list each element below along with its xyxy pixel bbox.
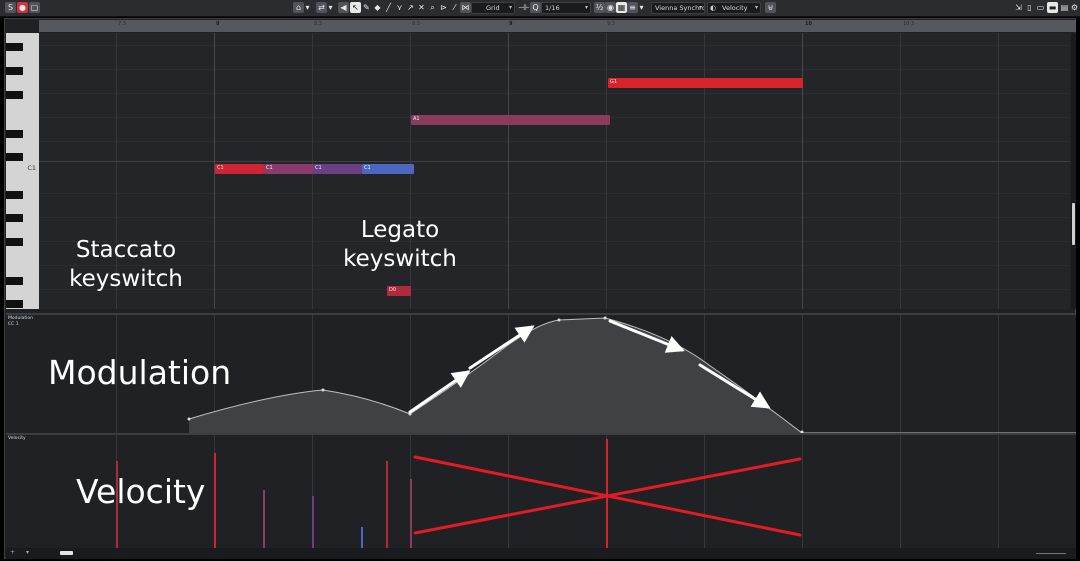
lane-title: Velocity <box>8 436 26 441</box>
key-label-c1: C1 <box>27 164 36 172</box>
controller-icon: ◐ <box>710 4 717 12</box>
scroll-thumb[interactable] <box>1072 203 1075 245</box>
velocity-annotation: Velocity <box>76 472 206 511</box>
zoom-tool-icon[interactable]: ⌕ <box>427 2 438 13</box>
record-button[interactable]: ● <box>17 2 28 13</box>
black-key[interactable] <box>6 91 23 99</box>
lower-zone-icon[interactable]: ▬ <box>1047 2 1058 13</box>
bottom-status-bar: + ▾ <box>6 548 1076 559</box>
auto-scroll-icon[interactable]: ⌂ <box>293 2 304 13</box>
zoom-slider[interactable] <box>1036 553 1066 554</box>
note-grid[interactable]: C1 C1 C1 C1 A1 G1 C0 D0 <box>39 33 1070 309</box>
ruler-bar-label: 10 <box>805 21 812 27</box>
chevron-down-icon[interactable]: ▾ <box>638 2 645 13</box>
modulation-lane-header[interactable]: Modulation CC 1 <box>6 315 39 433</box>
ruler-label: 10.3 <box>903 21 915 27</box>
list-icon[interactable]: ≡ <box>627 2 638 13</box>
ruler-bar-label: 9 <box>509 21 513 27</box>
midi-note[interactable]: A1 <box>411 115 610 125</box>
trim-tool-icon[interactable]: ⋎ <box>394 2 405 13</box>
controller-lane-dropdown[interactable]: ◐ Velocity ▾ <box>707 2 761 14</box>
midi-note[interactable]: C1 <box>362 164 414 174</box>
pencil-icon[interactable]: ⁄ <box>449 2 460 13</box>
midi-note[interactable]: C1 <box>215 164 264 174</box>
time-warp-icon[interactable]: ⊳ <box>438 2 449 13</box>
object-selection-tool-icon[interactable]: ↖ <box>350 2 361 13</box>
ruler-label: 9.3 <box>607 21 615 27</box>
snap-icon[interactable]: ⇄ <box>316 2 327 13</box>
black-key[interactable] <box>6 67 23 75</box>
black-key[interactable] <box>6 43 23 51</box>
mute-tool-icon[interactable]: ✕ <box>416 2 427 13</box>
keyswitch-note[interactable]: D0 <box>387 286 411 296</box>
color-scheme-icon[interactable]: ▦ <box>616 2 627 13</box>
speaker-icon[interactable]: ◀ <box>338 2 349 13</box>
left-zone-icon[interactable]: ▯ <box>1024 2 1035 13</box>
line-tool-icon[interactable]: ╱ <box>383 2 394 13</box>
black-key[interactable] <box>6 300 23 308</box>
settings-gear-icon[interactable]: ⚙ <box>1070 2 1079 13</box>
ruler-label: 8.3 <box>314 21 322 27</box>
right-zone-icon[interactable]: ▭ <box>1035 2 1046 13</box>
erase-tool-icon[interactable]: ◆ <box>372 2 383 13</box>
midi-note[interactable]: C1 <box>264 164 313 174</box>
draw-tool-icon[interactable]: ✎ <box>361 2 372 13</box>
ruler-label: 8.3 <box>412 21 420 27</box>
black-key[interactable] <box>6 191 23 199</box>
staccato-annotation: Staccato keyswitch <box>69 237 183 292</box>
midi-input-icon[interactable]: ⊌ <box>765 2 776 13</box>
solo-button[interactable]: S <box>5 2 16 13</box>
snap-type-icon[interactable]: ⊣⊢ <box>518 2 529 13</box>
modulation-annotation: Modulation <box>48 353 232 392</box>
black-key[interactable] <box>6 277 23 285</box>
piano-keyboard[interactable]: C1 C0 <box>6 33 39 319</box>
color-icon[interactable]: ◉ <box>605 2 616 13</box>
black-key[interactable] <box>6 214 23 222</box>
black-key[interactable] <box>6 238 23 246</box>
ruler-bar-label: 8 <box>216 21 220 27</box>
velocity-lane-header[interactable]: Velocity <box>6 435 39 548</box>
instrument-dropdown[interactable]: Vienna Synchro.. ▾ <box>651 2 705 14</box>
horizontal-scroll-thumb[interactable] <box>60 551 73 555</box>
window-layout-icon[interactable]: ⇲ <box>1013 2 1024 13</box>
quantize-icon[interactable]: Q <box>530 2 541 13</box>
edit-in-place-button[interactable]: ▢ <box>29 2 40 13</box>
quantize-preset-icon[interactable]: ½ <box>594 2 605 13</box>
toolbar: S ● ▢ ⌂ ▾ ⇄ ▾ ◀ ↖ ✎ ◆ ╱ ⋎ ↗ ✕ ⌕ ⊳ ⁄ ⋈ Gr… <box>0 0 1080 17</box>
black-key[interactable] <box>6 153 23 161</box>
chevron-down-icon[interactable]: ▾ <box>26 550 32 556</box>
lane-subtitle: CC 1 <box>8 322 19 327</box>
add-lane-icon[interactable]: + <box>10 550 16 556</box>
inspector-icon[interactable]: ▤ <box>1059 2 1070 13</box>
glue-tool-icon[interactable]: ↗ <box>405 2 416 13</box>
quantize-dropdown[interactable]: 1/16 ▾ <box>541 2 591 14</box>
chevron-down-icon[interactable]: ▾ <box>304 2 311 13</box>
lane-title: Modulation <box>8 316 33 321</box>
black-key[interactable] <box>6 130 23 138</box>
chevron-down-icon[interactable]: ▾ <box>327 2 334 13</box>
ruler[interactable]: 7.3 8 8.3 8.3 9 9.3 10 10.3 <box>39 20 1076 32</box>
midi-note[interactable]: C1 <box>313 164 362 174</box>
snap-toggle-icon[interactable]: ⋈ <box>460 2 471 13</box>
midi-note[interactable]: G1 <box>608 78 803 88</box>
legato-annotation: Legato keyswitch <box>343 217 457 272</box>
grid-type-dropdown[interactable]: Grid ▾ <box>471 2 515 14</box>
ruler-label: 7.3 <box>118 21 126 27</box>
vertical-scrollbar[interactable] <box>1071 33 1076 309</box>
